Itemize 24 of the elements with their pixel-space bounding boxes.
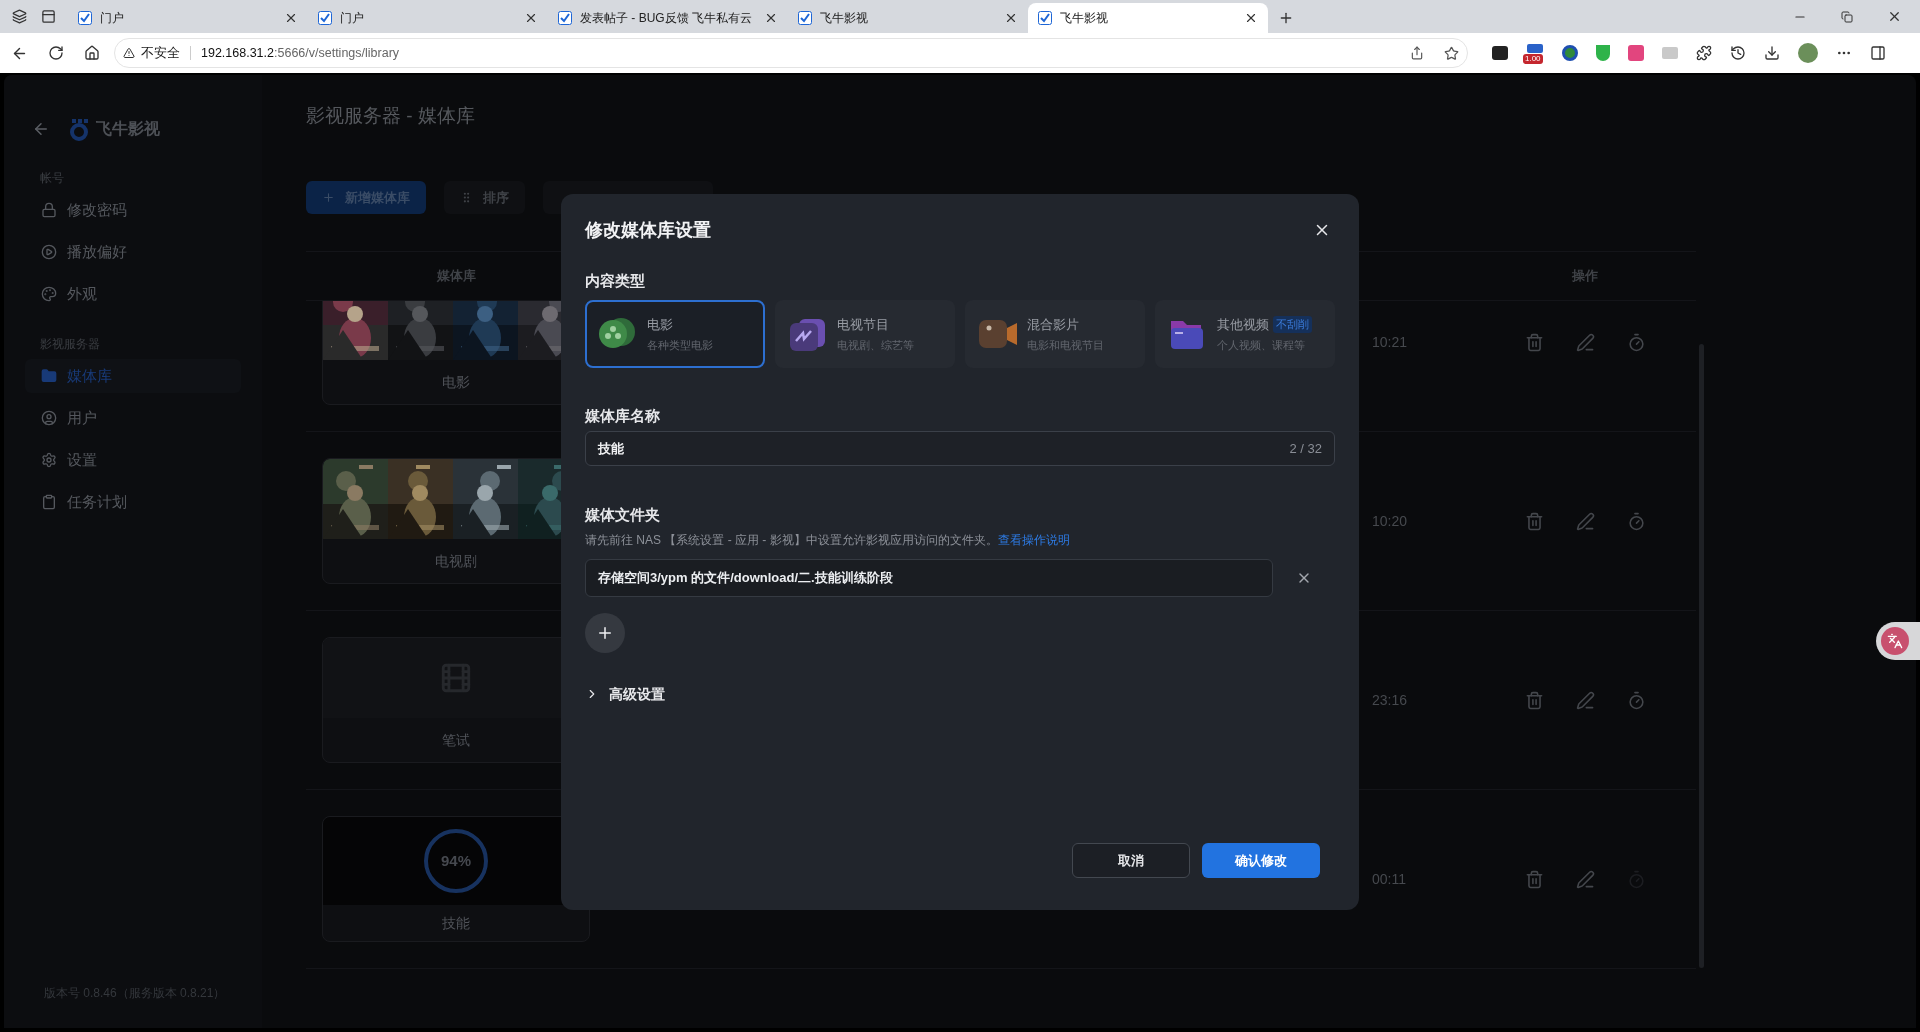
time-text: 23:16	[1372, 690, 1409, 710]
time-text: 10:20	[1372, 511, 1409, 531]
section-heading: 媒体库名称	[585, 406, 661, 426]
character-counter: 2 / 32	[1289, 439, 1322, 458]
option-subtitle: 各种类型电影	[647, 338, 713, 353]
time-text: 00:11	[1372, 869, 1407, 889]
section-heading: 内容类型	[585, 271, 646, 291]
option-tag: 不刮削	[1273, 316, 1312, 333]
library-name: 电视剧	[435, 551, 477, 571]
progress-label: 94%	[441, 850, 471, 871]
app-name: 飞牛影视	[96, 119, 160, 139]
option-title: 电视节目	[837, 315, 889, 334]
option-title: 其他视频	[1217, 315, 1269, 334]
time-text: 10:21	[1372, 332, 1409, 352]
option-title: 混合影片	[1027, 315, 1079, 334]
library-name: 电影	[442, 372, 470, 392]
library-name: 笔试	[442, 730, 470, 750]
column-header: 媒体库	[436, 267, 476, 286]
library-name: 技能	[442, 913, 470, 933]
column-header: 操作	[1572, 267, 1598, 286]
page-title: 影视服务器 - 媒体库	[306, 104, 476, 128]
extension-badge: 1.00	[1523, 54, 1543, 64]
option-title: 电影	[647, 315, 673, 334]
dialog-title: 修改媒体库设置	[585, 218, 712, 242]
